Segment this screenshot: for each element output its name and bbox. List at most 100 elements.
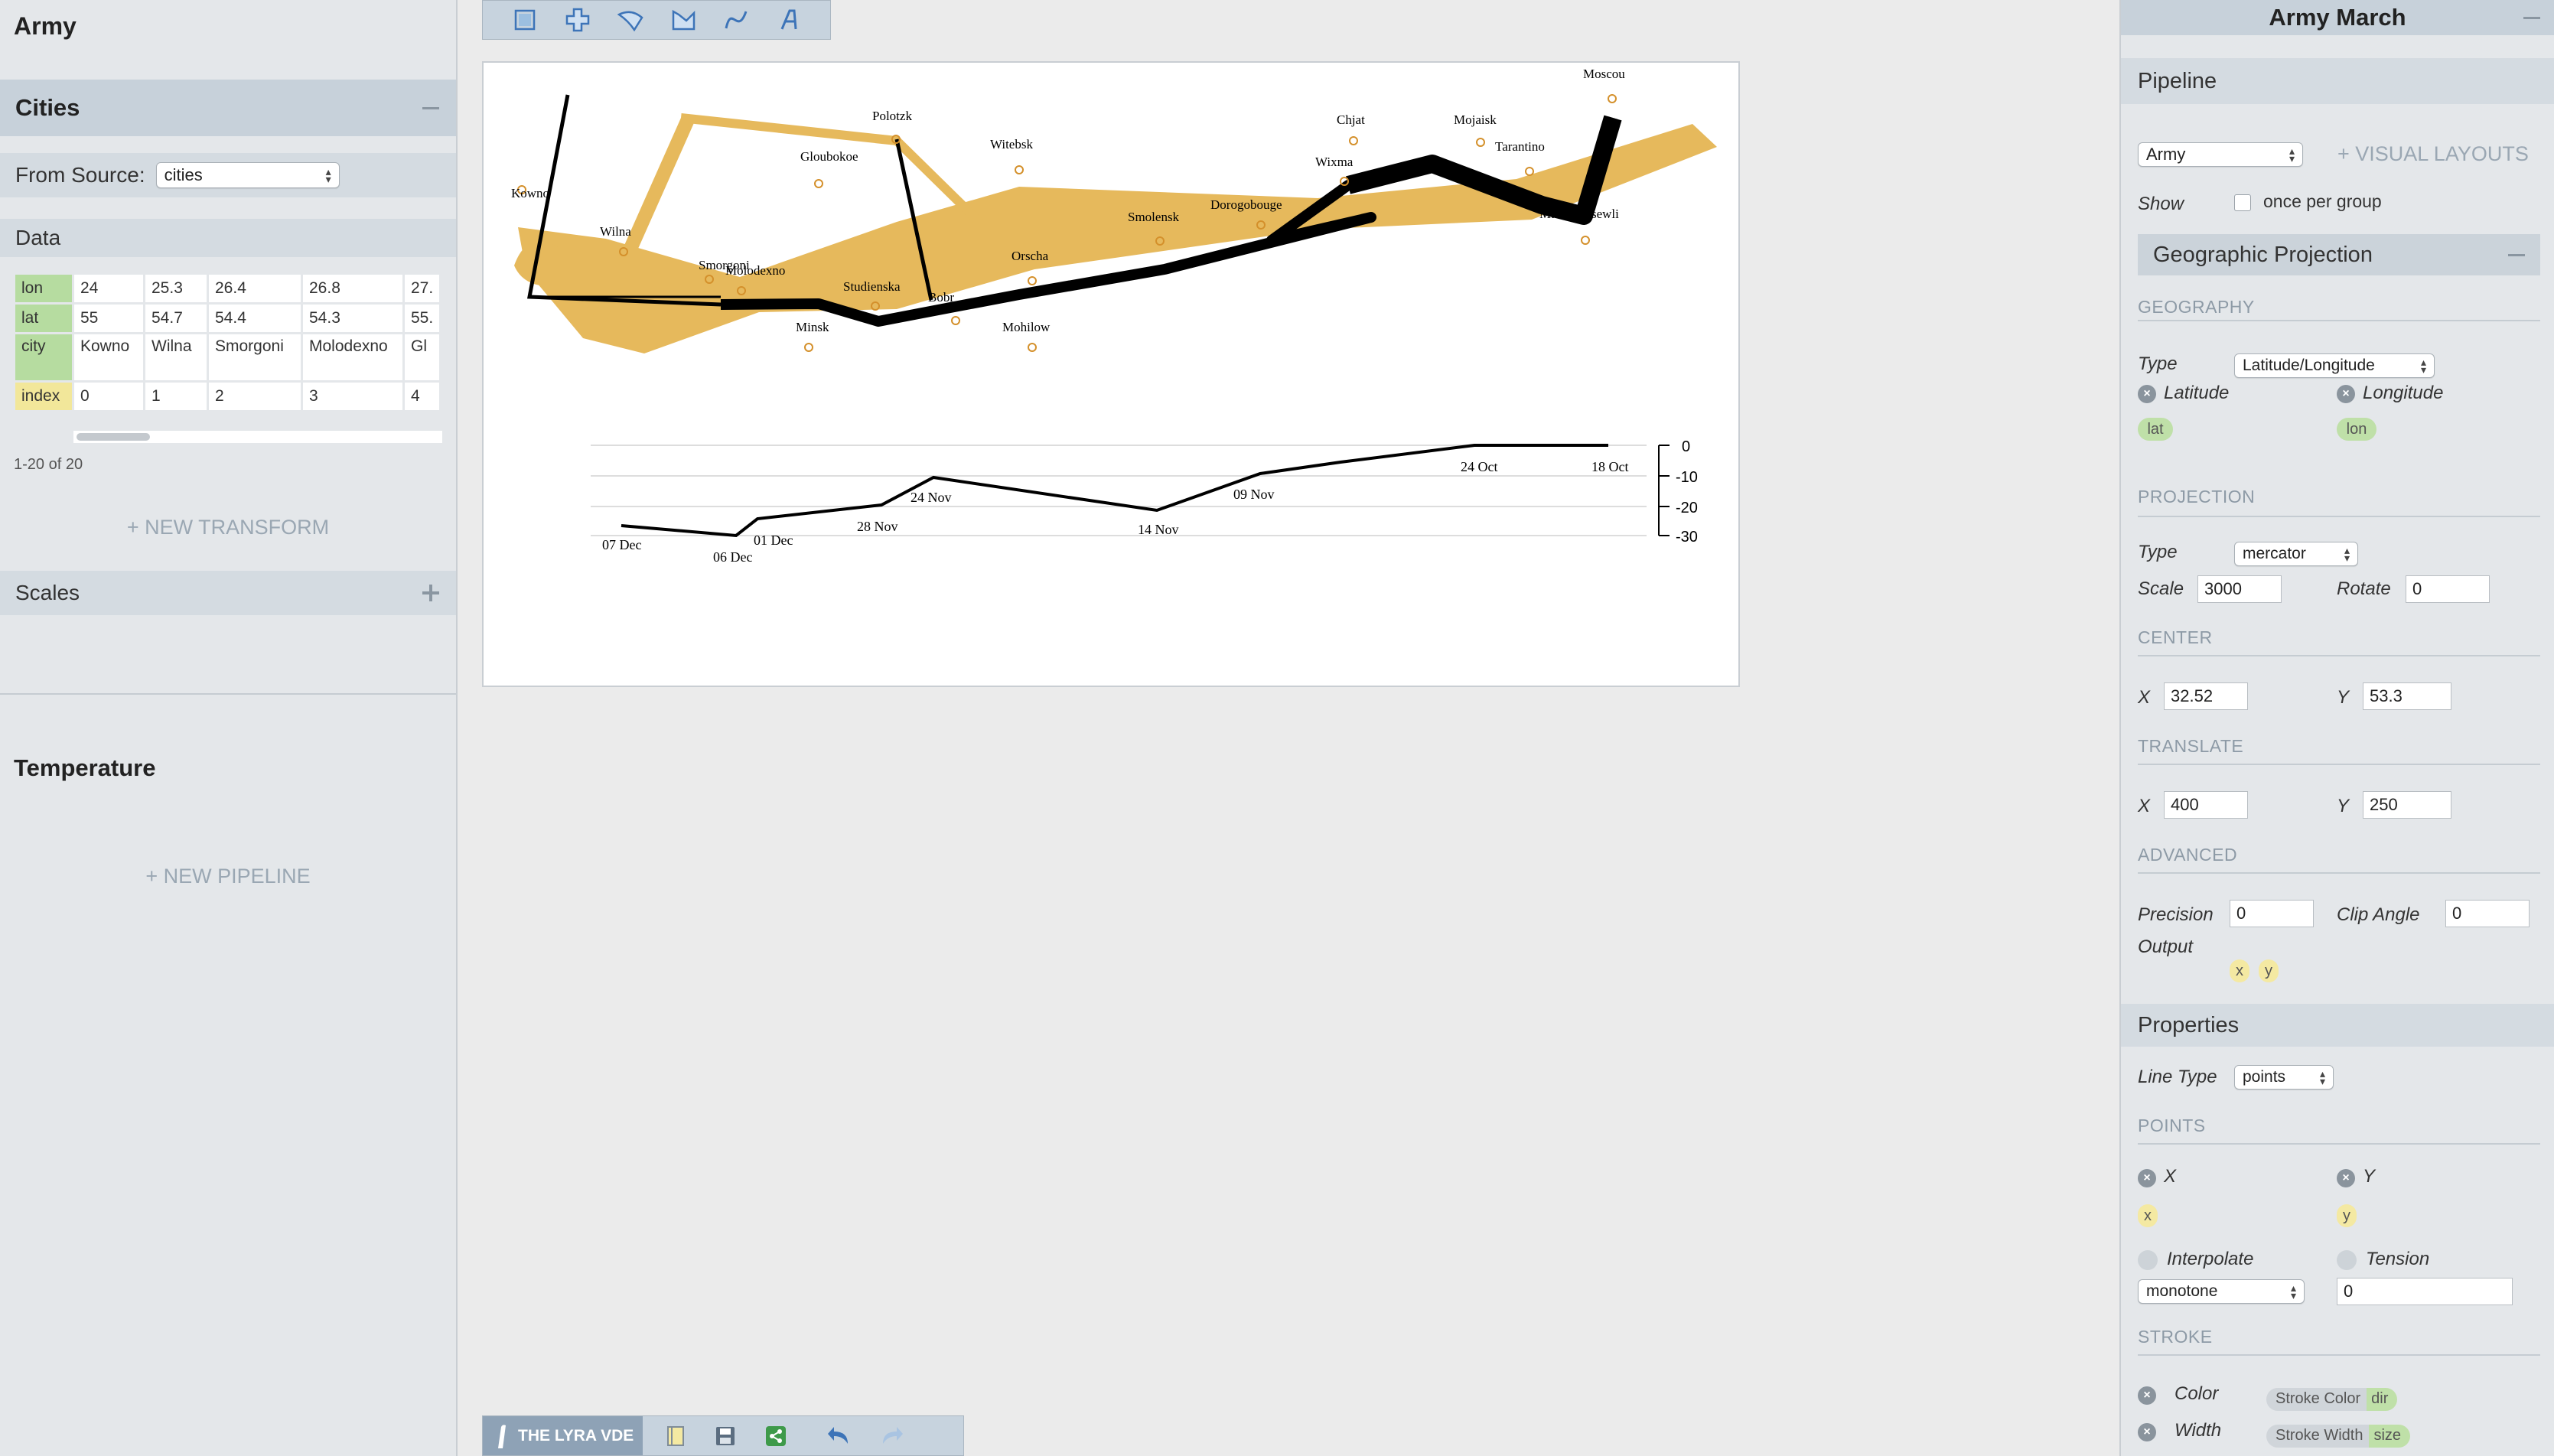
remove-color-icon[interactable]: ×: [2138, 1386, 2156, 1405]
city-marker[interactable]: [814, 179, 823, 188]
city-marker[interactable]: [1028, 343, 1037, 352]
army-advance-path[interactable]: [680, 113, 985, 227]
remove-longitude-icon[interactable]: ×: [2337, 385, 2355, 403]
app-brand[interactable]: THE LYRA VDE: [483, 1416, 643, 1455]
city-marker[interactable]: [1349, 136, 1358, 145]
scale-input[interactable]: [2197, 575, 2282, 603]
latitude-label: Latitude: [2164, 383, 2230, 403]
rotate-input[interactable]: [2406, 575, 2490, 603]
once-per-group-checkbox[interactable]: [2234, 194, 2251, 211]
source-select[interactable]: cities ▴ ▾: [155, 162, 340, 188]
output-x-pill[interactable]: x: [2230, 959, 2249, 982]
pipeline-title[interactable]: Army: [14, 12, 77, 41]
lon-field-pill[interactable]: lon: [2337, 418, 2376, 441]
interpolate-label: Interpolate: [2167, 1249, 2254, 1269]
temp-date-label: 14 Nov: [1138, 522, 1179, 537]
scales-header[interactable]: Scales: [0, 571, 456, 615]
collapse-icon[interactable]: [2523, 17, 2540, 19]
divider: [2138, 872, 2540, 874]
open-file-icon[interactable]: [666, 1425, 686, 1448]
stroke-color-binding[interactable]: Stroke Color dir: [2266, 1388, 2398, 1411]
center-y-input[interactable]: [2363, 682, 2451, 710]
longitude-label: Longitude: [2363, 383, 2444, 403]
line-type-label: Line Type: [2138, 1067, 2217, 1087]
y-field-pill[interactable]: y: [2337, 1204, 2357, 1227]
remove-latitude-icon[interactable]: ×: [2138, 385, 2156, 403]
line-tool-icon[interactable]: [723, 7, 749, 33]
city-marker[interactable]: [951, 316, 960, 325]
translate-caption: TRANSLATE: [2138, 736, 2244, 756]
table-cell: Smorgoni: [209, 334, 301, 380]
collapse-icon[interactable]: [422, 106, 439, 109]
interpolate-select[interactable]: monotone ▴ ▾: [2138, 1279, 2305, 1304]
tension-toggle[interactable]: [2337, 1250, 2357, 1270]
projection-type-label: Type: [2138, 542, 2178, 562]
tension-input[interactable]: [2337, 1278, 2513, 1305]
line-type-select[interactable]: points ▴ ▾: [2234, 1065, 2334, 1090]
color-field-pill: dir: [2367, 1388, 2398, 1411]
interpolate-toggle[interactable]: [2138, 1250, 2158, 1270]
city-marker[interactable]: [1581, 236, 1590, 245]
city-label: Mojaisk: [1454, 112, 1497, 127]
cities-header[interactable]: Cities: [0, 80, 456, 136]
translate-x-input[interactable]: [2164, 791, 2248, 819]
table-row: city Kowno Wilna Smorgoni Molodexno Gl: [15, 334, 440, 380]
center-x-input[interactable]: [2164, 682, 2248, 710]
translate-y-label: Y: [2337, 796, 2350, 816]
new-pipeline-button[interactable]: + NEW PIPELINE: [0, 865, 456, 888]
show-label: Show: [2138, 194, 2184, 214]
projection-type-select[interactable]: mercator ▴ ▾: [2234, 542, 2358, 566]
left-panel: Army Cities From Source: cities ▴ ▾ Data …: [0, 0, 458, 1456]
remove-y-icon[interactable]: ×: [2337, 1169, 2355, 1187]
area-tool-icon[interactable]: [670, 7, 696, 33]
geo-projection-header[interactable]: Geographic Projection: [2138, 234, 2540, 275]
save-icon[interactable]: [715, 1425, 736, 1447]
visual-layouts-button[interactable]: + VISUAL LAYOUTS: [2337, 142, 2529, 166]
city-marker[interactable]: [1028, 276, 1037, 285]
table-cell: Gl: [405, 334, 440, 380]
collapse-icon[interactable]: [2508, 253, 2525, 256]
city-label: Tarantino: [1495, 139, 1545, 154]
arc-tool-icon[interactable]: [617, 7, 643, 33]
table-cell: 0: [74, 383, 143, 410]
army-advance-path[interactable]: [518, 124, 1717, 353]
table-row: index 0 1 2 3 4: [15, 383, 440, 410]
data-header: Data: [0, 219, 456, 257]
redo-icon[interactable]: [880, 1425, 904, 1447]
city-marker[interactable]: [1525, 167, 1534, 176]
table-cell: 3: [303, 383, 402, 410]
temperature-pipeline-title[interactable]: Temperature: [14, 754, 156, 782]
share-icon[interactable]: [765, 1425, 787, 1447]
city-marker[interactable]: [804, 343, 813, 352]
lat-field-pill[interactable]: lat: [2138, 418, 2173, 441]
interpolate-value: monotone: [2146, 1282, 2218, 1300]
table-scrollbar[interactable]: [73, 431, 442, 443]
city-marker[interactable]: [1015, 165, 1024, 174]
pipeline-select[interactable]: Army ▴ ▾: [2138, 142, 2303, 167]
symbol-tool-icon[interactable]: [565, 7, 591, 33]
text-tool-icon[interactable]: [776, 7, 802, 33]
city-label: Smolensk: [1128, 210, 1180, 224]
remove-x-icon[interactable]: ×: [2138, 1169, 2156, 1187]
row-header: city: [15, 334, 72, 380]
visualization-canvas[interactable]: Kowno Wilna Smorgoni Molodexno Gloubokoe Mins…: [482, 61, 1740, 687]
x-field-pill[interactable]: x: [2138, 1204, 2158, 1227]
data-title: Data: [15, 226, 61, 249]
temp-axis-tick: -30: [1676, 529, 1698, 546]
precision-input[interactable]: [2230, 900, 2314, 927]
new-transform-button[interactable]: + NEW TRANSFORM: [0, 516, 456, 539]
stroke-width-binding[interactable]: Stroke Width size: [2266, 1425, 2411, 1448]
geo-type-select[interactable]: Latitude/Longitude ▴ ▾: [2234, 353, 2435, 378]
translate-y-input[interactable]: [2363, 791, 2451, 819]
rect-tool-icon[interactable]: [512, 7, 538, 33]
undo-icon[interactable]: [826, 1425, 851, 1447]
city-marker[interactable]: [1608, 94, 1617, 103]
remove-width-icon[interactable]: ×: [2138, 1423, 2156, 1441]
city-marker[interactable]: [1476, 138, 1485, 147]
center-caption: CENTER: [2138, 627, 2213, 647]
scrollbar-thumb[interactable]: [77, 433, 150, 441]
data-table-wrap[interactable]: lon 24 25.3 26.4 26.8 27. lat 55 54.7 54…: [13, 272, 443, 412]
clip-angle-input[interactable]: [2445, 900, 2530, 927]
output-y-pill[interactable]: y: [2259, 959, 2279, 982]
add-scale-icon[interactable]: [422, 585, 439, 601]
